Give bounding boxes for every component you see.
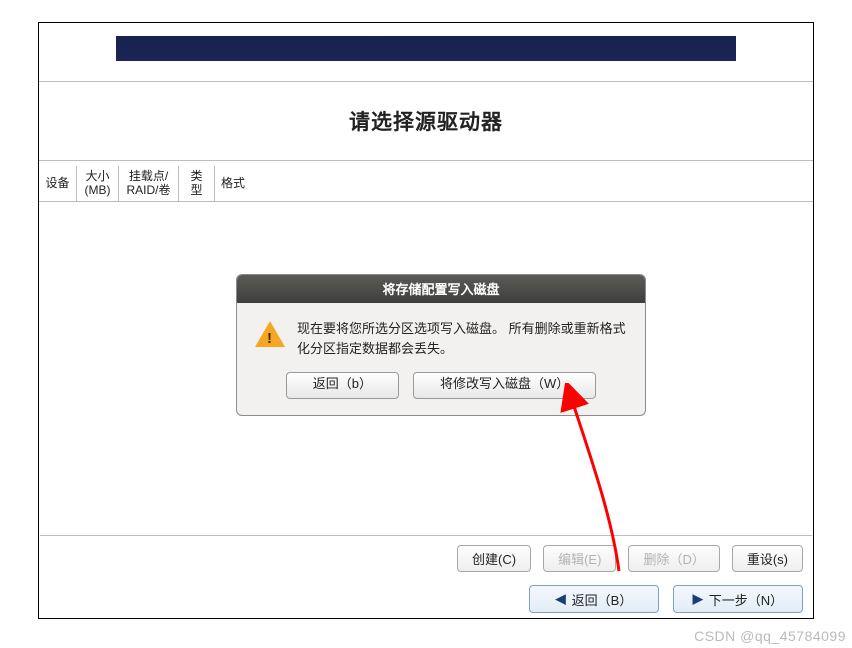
dialog-body: 现在要将您所选分区选项写入磁盘。 所有删除或重新格式化分区指定数据都会丢失。	[237, 303, 645, 362]
dialog-buttons: 返回（b） 将修改写入磁盘（W）	[237, 362, 645, 415]
warning-icon	[255, 321, 285, 347]
partition-buttons: 创建(C) 编辑(E) 删除（D） 重设(s)	[457, 545, 803, 572]
nav-back-label: 返回（B）	[572, 590, 633, 609]
dialog-title: 将存储配置写入磁盘	[237, 275, 645, 303]
nav-next-label: 下一步（N）	[709, 590, 783, 609]
reset-button[interactable]: 重设(s)	[732, 545, 803, 572]
col-size[interactable]: 大小 (MB)	[77, 166, 119, 201]
dialog-back-button[interactable]: 返回（b）	[286, 372, 399, 399]
page-title: 请选择源驱动器	[39, 106, 813, 136]
col-device[interactable]: 设备	[39, 166, 77, 201]
header-banner	[116, 36, 736, 61]
col-format[interactable]: 格式	[215, 166, 251, 201]
edit-button: 编辑(E)	[543, 545, 616, 572]
nav-back-button[interactable]: ◀ 返回（B）	[529, 585, 659, 613]
title-bar: 请选择源驱动器	[39, 81, 813, 161]
write-to-disk-dialog: 将存储配置写入磁盘 现在要将您所选分区选项写入磁盘。 所有删除或重新格式化分区指…	[236, 274, 646, 416]
installer-window: 请选择源驱动器 设备 大小 (MB) 挂载点/ RAID/卷 类型 格式 创建(…	[38, 22, 814, 619]
nav-next-button[interactable]: ▶ 下一步（N）	[673, 585, 803, 613]
create-button[interactable]: 创建(C)	[457, 545, 531, 572]
col-mount[interactable]: 挂载点/ RAID/卷	[119, 166, 179, 201]
arrow-right-icon: ▶	[693, 591, 703, 607]
table-header: 设备 大小 (MB) 挂载点/ RAID/卷 类型 格式	[39, 166, 813, 202]
dialog-message: 现在要将您所选分区选项写入磁盘。 所有删除或重新格式化分区指定数据都会丢失。	[297, 319, 627, 358]
delete-button: 删除（D）	[628, 545, 719, 572]
arrow-left-icon: ◀	[556, 591, 566, 607]
watermark: CSDN @qq_45784099	[694, 628, 846, 644]
col-type[interactable]: 类型	[179, 166, 215, 201]
nav-buttons: ◀ 返回（B） ▶ 下一步（N）	[529, 585, 803, 613]
dialog-write-button[interactable]: 将修改写入磁盘（W）	[413, 372, 596, 399]
